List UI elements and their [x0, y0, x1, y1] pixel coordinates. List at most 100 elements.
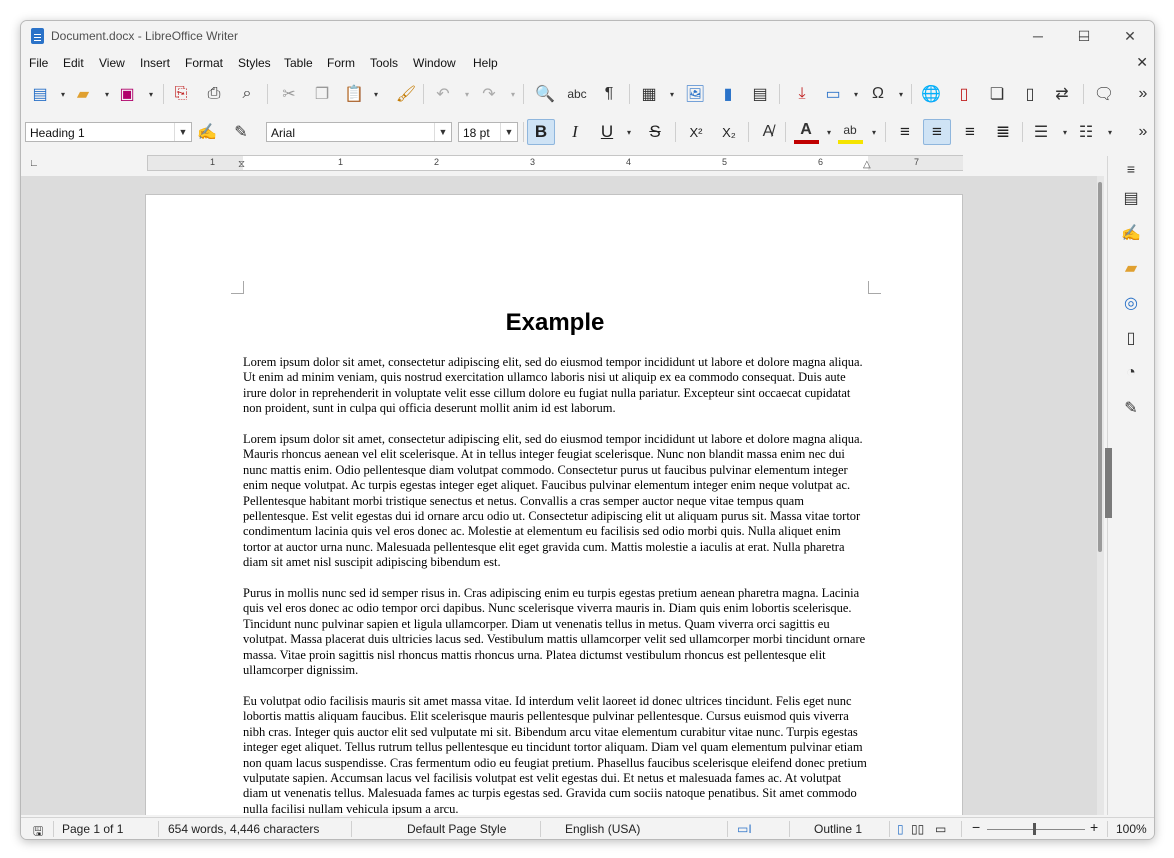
comment-icon[interactable]: 🗨	[1094, 84, 1114, 104]
document-modified-icon[interactable]: 🖫	[33, 822, 43, 839]
book-view-icon[interactable]: ▭	[935, 822, 946, 836]
new-dropdown-icon[interactable]: ▾	[59, 84, 67, 104]
paste-icon[interactable]: 📋	[344, 84, 364, 104]
menu-file[interactable]: File	[29, 56, 48, 70]
bullet-list-icon[interactable]: ☰	[1031, 122, 1051, 142]
table-dropdown-icon[interactable]: ▾	[668, 84, 676, 104]
font-color-dropdown-icon[interactable]: ▾	[825, 122, 833, 142]
sidebar-collapse-handle[interactable]	[1105, 448, 1112, 518]
superscript-button[interactable]: X²	[682, 119, 710, 145]
insert-mode-icon[interactable]: ▭I	[737, 822, 752, 836]
justify-button[interactable]: ≣	[989, 119, 1017, 145]
scrollbar-thumb[interactable]	[1098, 182, 1102, 552]
chevron-down-icon[interactable]: ▼	[174, 123, 191, 141]
find-replace-icon[interactable]: 🔍	[535, 84, 555, 104]
insert-field-icon[interactable]: ▭	[823, 84, 843, 104]
undo-dropdown-icon[interactable]: ▾	[463, 84, 471, 104]
insert-image-icon[interactable]: 🖼	[685, 84, 705, 104]
update-style-icon[interactable]: ✍	[197, 122, 217, 142]
vertical-scrollbar[interactable]	[1097, 176, 1104, 815]
paragraph-style-combo[interactable]: Heading 1 ▼	[25, 122, 192, 142]
bullet-list-dropdown-icon[interactable]: ▾	[1061, 122, 1069, 142]
save-icon[interactable]: ▣	[117, 84, 137, 104]
font-color-icon[interactable]: A	[796, 120, 816, 140]
tab-stop-icon[interactable]: ∟	[29, 158, 39, 169]
menu-window[interactable]: Window	[413, 56, 456, 70]
single-page-view-icon[interactable]: ▯	[897, 822, 904, 836]
bookmark-icon[interactable]: ▯	[1020, 84, 1040, 104]
new-document-icon[interactable]: ▤	[30, 84, 50, 104]
numbered-list-dropdown-icon[interactable]: ▾	[1106, 122, 1114, 142]
menu-table[interactable]: Table	[284, 56, 313, 70]
menu-form[interactable]: Form	[327, 56, 355, 70]
chevron-down-icon[interactable]: ▼	[500, 123, 517, 141]
align-left-button[interactable]: ≡	[891, 119, 919, 145]
word-count[interactable]: 654 words, 4,446 characters	[168, 822, 319, 836]
formatting-marks-icon[interactable]: ¶	[599, 84, 619, 104]
endnote-icon[interactable]: ❏	[987, 84, 1007, 104]
page-style[interactable]: Default Page Style	[407, 822, 506, 836]
outline-level[interactable]: Outline 1	[814, 822, 862, 836]
clone-formatting-icon[interactable]: 🖌	[396, 84, 416, 104]
highlight-dropdown-icon[interactable]: ▾	[870, 122, 878, 142]
bold-button[interactable]: B	[527, 119, 555, 145]
menu-tools[interactable]: Tools	[370, 56, 398, 70]
special-character-dropdown-icon[interactable]: ▾	[897, 84, 905, 104]
text-language[interactable]: English (USA)	[565, 822, 640, 836]
close-document-icon[interactable]: ✕	[1136, 54, 1148, 71]
menu-format[interactable]: Format	[185, 56, 223, 70]
maximize-button[interactable]: ☐	[1061, 21, 1107, 51]
paste-dropdown-icon[interactable]: ▾	[372, 84, 380, 104]
page-break-icon[interactable]: ⤓	[792, 84, 812, 104]
insert-table-icon[interactable]: ▦	[639, 84, 659, 104]
export-pdf-icon[interactable]: ⎘	[171, 84, 191, 104]
underline-dropdown-icon[interactable]: ▾	[625, 122, 633, 142]
insert-chart-icon[interactable]: ▮	[718, 84, 738, 104]
styles-icon[interactable]: ✍	[1120, 222, 1142, 244]
spelling-icon[interactable]: abc	[567, 84, 587, 104]
subscript-button[interactable]: X₂	[715, 119, 743, 145]
gallery-icon[interactable]: ▰	[1120, 257, 1142, 279]
save-dropdown-icon[interactable]: ▾	[147, 84, 155, 104]
highlight-icon[interactable]: ab	[840, 120, 860, 140]
menu-styles[interactable]: Styles	[238, 56, 271, 70]
more-toolbar-icon[interactable]: »	[1133, 84, 1153, 104]
copy-icon[interactable]: ❐	[312, 84, 332, 104]
style-inspector-icon[interactable]: ◔	[1120, 362, 1142, 384]
menu-insert[interactable]: Insert	[140, 56, 170, 70]
new-style-icon[interactable]: ✎	[231, 122, 251, 142]
minimize-button-2[interactable]: ─	[1015, 21, 1061, 51]
menu-help[interactable]: Help	[473, 56, 498, 70]
multi-page-view-icon[interactable]: ▯▯	[911, 822, 924, 836]
print-icon[interactable]: ⎙	[204, 84, 224, 104]
zoom-level[interactable]: 100%	[1116, 822, 1147, 836]
cut-icon[interactable]: ✂	[279, 84, 299, 104]
zoom-slider-thumb[interactable]	[1033, 823, 1036, 835]
menu-view[interactable]: View	[99, 56, 125, 70]
cross-reference-icon[interactable]: ⇄	[1052, 84, 1072, 104]
print-preview-icon[interactable]: ⌕	[237, 84, 257, 104]
numbered-list-icon[interactable]: ☷	[1076, 122, 1096, 142]
more-formatting-icon[interactable]: »	[1133, 122, 1153, 142]
navigator-icon[interactable]: ◎	[1120, 292, 1142, 314]
align-center-button[interactable]: ≡	[923, 119, 951, 145]
sidebar-menu-icon[interactable]: ≡	[1120, 158, 1142, 180]
horizontal-ruler[interactable]: 1 1 2 3 4 5 6 7 ⧖ △	[147, 155, 963, 171]
right-indent-icon[interactable]: △	[863, 159, 871, 170]
hyperlink-icon[interactable]: 🌐	[921, 84, 941, 104]
undo-icon[interactable]: ↶	[433, 84, 453, 104]
close-window-button[interactable]: ✕	[1107, 21, 1153, 51]
document-page[interactable]: Example Lorem ipsum dolor sit amet, cons…	[145, 194, 963, 815]
menu-edit[interactable]: Edit	[63, 56, 84, 70]
manage-changes-icon[interactable]: ✎	[1120, 397, 1142, 419]
special-character-icon[interactable]: Ω	[868, 84, 888, 104]
open-folder-icon[interactable]: ▰	[73, 84, 93, 104]
zoom-out-button[interactable]: −	[972, 819, 980, 835]
font-name-combo[interactable]: Arial ▼	[266, 122, 452, 142]
underline-button[interactable]: U	[593, 119, 621, 145]
insert-textbox-icon[interactable]: ▤	[750, 84, 770, 104]
properties-icon[interactable]: ▤	[1120, 187, 1142, 209]
zoom-slider[interactable]	[987, 829, 1085, 830]
page-icon[interactable]: ▯	[1120, 327, 1142, 349]
font-size-combo[interactable]: 18 pt ▼	[458, 122, 518, 142]
